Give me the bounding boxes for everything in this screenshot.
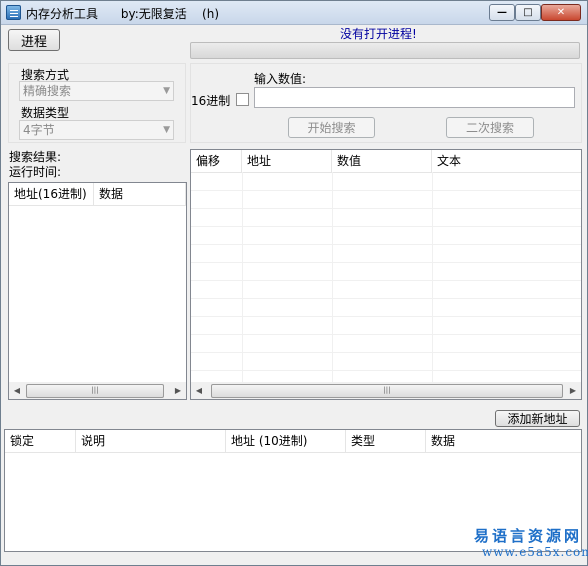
- status-text: 没有打开进程!: [340, 27, 417, 41]
- input-value-label: 输入数值:: [254, 72, 307, 86]
- column-header-lock[interactable]: 锁定: [5, 430, 76, 452]
- watermark-url: www.e5a5x.com: [482, 545, 588, 559]
- process-button[interactable]: 进程: [8, 29, 60, 51]
- address-list[interactable]: 地址(16进制) 数据 ◀ ||| ▶: [8, 182, 187, 400]
- data-type-select[interactable]: 4字节 ▼: [19, 120, 174, 140]
- grid-line: [332, 172, 333, 382]
- second-search-button[interactable]: 二次搜索: [446, 117, 534, 138]
- minimize-icon: —: [497, 7, 507, 18]
- address-list-header: 地址(16进制) 数据: [9, 183, 186, 206]
- memory-view-header: 偏移 地址 数值 文本: [191, 150, 581, 173]
- grid-line: [191, 280, 581, 281]
- grid-line: [191, 208, 581, 209]
- grid-line: [191, 226, 581, 227]
- grid-line: [191, 190, 581, 191]
- scroll-left-icon[interactable]: ◀: [9, 382, 25, 399]
- grid-line: [191, 316, 581, 317]
- scroll-thumb[interactable]: |||: [26, 384, 164, 398]
- grid-line: [191, 352, 581, 353]
- column-header-data[interactable]: 数据: [94, 183, 186, 205]
- hex-label: 16进制: [191, 94, 231, 108]
- column-header-description[interactable]: 说明: [76, 430, 226, 452]
- window-title: 内存分析工具 by:无限复活 (h): [26, 7, 220, 21]
- minimize-button[interactable]: —: [489, 4, 515, 21]
- start-search-button[interactable]: 开始搜索: [288, 117, 375, 138]
- close-icon: ✕: [556, 7, 566, 18]
- chevron-down-icon: ▼: [163, 125, 170, 135]
- column-header-offset[interactable]: 偏移: [191, 150, 242, 172]
- scroll-thumb[interactable]: |||: [211, 384, 563, 398]
- maximize-icon: □: [523, 7, 533, 18]
- close-button[interactable]: ✕: [541, 4, 581, 21]
- search-mode-value: 精确搜索: [23, 84, 72, 98]
- grid-line: [191, 334, 581, 335]
- column-header-address-dec[interactable]: 地址 (10进制): [226, 430, 346, 452]
- grid-line: [191, 370, 581, 371]
- grid-line: [242, 172, 243, 382]
- scroll-right-icon[interactable]: ▶: [565, 382, 581, 399]
- app-icon: [6, 5, 21, 20]
- runtime-label: 运行时间:: [9, 165, 62, 179]
- value-input[interactable]: [254, 87, 575, 108]
- horizontal-scrollbar[interactable]: ◀ ||| ▶: [9, 382, 186, 399]
- grid-line: [191, 298, 581, 299]
- column-header-address[interactable]: 地址: [242, 150, 332, 172]
- data-type-label: 数据类型: [21, 106, 70, 120]
- hex-checkbox[interactable]: [236, 93, 249, 106]
- grid-line: [432, 172, 433, 382]
- scroll-left-icon[interactable]: ◀: [191, 382, 207, 399]
- column-header-value[interactable]: 数值: [332, 150, 432, 172]
- grid-line: [191, 244, 581, 245]
- chevron-down-icon: ▼: [163, 86, 170, 96]
- horizontal-scrollbar[interactable]: ◀ ||| ▶: [191, 382, 581, 399]
- grid-line: [191, 262, 581, 263]
- maximize-button[interactable]: □: [515, 4, 541, 21]
- search-mode-select[interactable]: 精确搜索 ▼: [19, 81, 174, 101]
- column-header-text[interactable]: 文本: [432, 150, 581, 172]
- progress-bar: [190, 42, 580, 59]
- scroll-right-icon[interactable]: ▶: [170, 382, 186, 399]
- watermark-logo: 易语言资源网: [474, 527, 583, 545]
- saved-address-header: 锁定 说明 地址 (10进制) 类型 数据: [5, 430, 581, 453]
- column-header-address-hex[interactable]: 地址(16进制): [9, 183, 94, 205]
- column-header-type[interactable]: 类型: [346, 430, 426, 452]
- column-header-data[interactable]: 数据: [426, 430, 581, 452]
- add-address-button[interactable]: 添加新地址: [495, 410, 580, 427]
- data-type-value: 4字节: [23, 123, 55, 137]
- memory-view-list[interactable]: 偏移 地址 数值 文本 ◀ ||| ▶: [190, 149, 582, 400]
